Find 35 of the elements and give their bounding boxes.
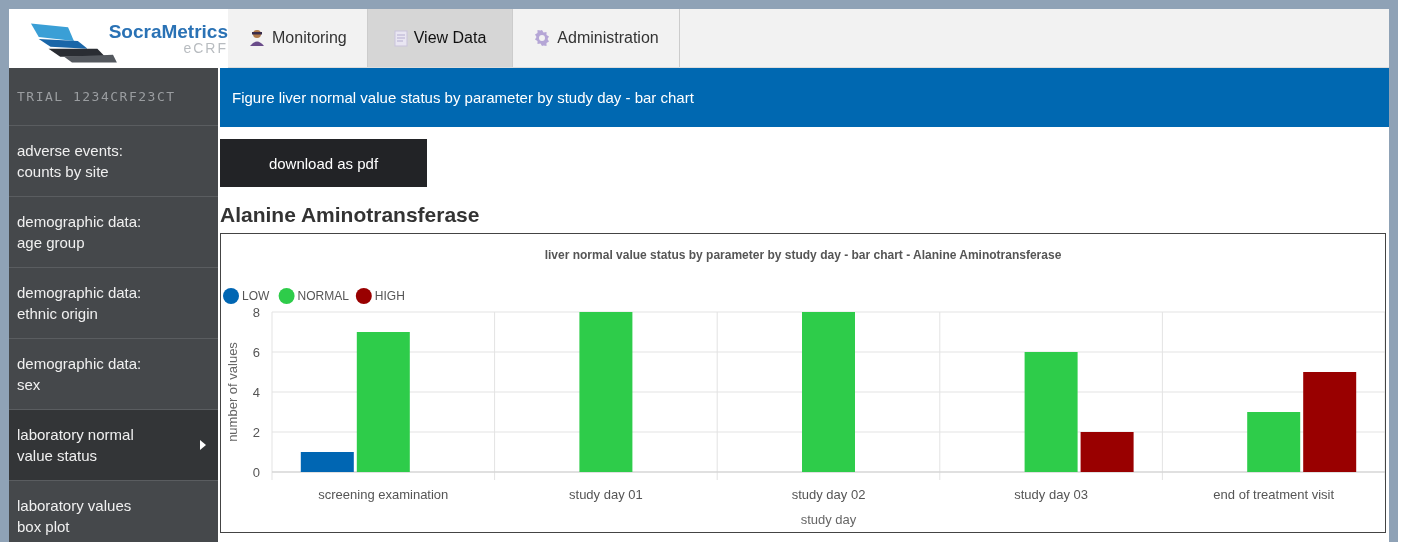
x-tick-label: screening examination	[318, 487, 449, 502]
sidebar-item[interactable]: demographic data: ethnic origin	[9, 267, 218, 338]
trial-label: TRIAL 1234CRF23CT	[16, 88, 177, 106]
y-axis-label: number of values	[225, 342, 240, 442]
y-tick-label: 2	[252, 425, 260, 440]
y-tick-label: 8	[252, 305, 260, 320]
legend-label: HIGH	[374, 289, 405, 303]
legend-label: LOW	[242, 289, 270, 303]
y-tick-label: 6	[252, 345, 260, 360]
document-icon	[393, 29, 408, 47]
person-icon	[248, 29, 266, 47]
chart-title: liver normal value status by parameter by study day - bar chart - Alanine Aminotransferase	[544, 248, 1062, 262]
logo-subtitle: eCRF	[183, 41, 228, 55]
nav-tab[interactable]: View Data	[367, 9, 514, 67]
logo-name: SocraMetrics	[108, 22, 228, 41]
bar	[300, 452, 354, 472]
bar	[1247, 412, 1301, 472]
x-tick-label: end of treatment visit	[1213, 487, 1335, 502]
legend-label: NORMAL	[297, 289, 349, 303]
sidebar-item[interactable]: adverse events: counts by site	[9, 125, 218, 196]
x-tick-label: study day 01	[569, 487, 643, 502]
bar	[1080, 432, 1134, 472]
x-axis-label: study day	[800, 512, 857, 527]
sidebar-item[interactable]: laboratory normal value status	[9, 409, 218, 480]
x-tick-label: study day 02	[791, 487, 866, 502]
section-heading: Alanine Aminotransferase	[220, 203, 481, 227]
download-button[interactable]: download as pdf	[220, 139, 427, 187]
sidebar-item[interactable]: demographic data: age group	[9, 196, 218, 267]
x-tick-label: study day 03	[1014, 487, 1088, 502]
page-title: Figure liver normal value status by parameter by study day - bar chart	[220, 68, 1389, 127]
caret-icon	[200, 440, 206, 450]
y-tick-label: 4	[252, 385, 260, 400]
y-tick-label: 0	[252, 465, 260, 480]
gear-icon	[533, 29, 552, 47]
sidebar-item[interactable]: laboratory values box plot	[9, 480, 218, 542]
